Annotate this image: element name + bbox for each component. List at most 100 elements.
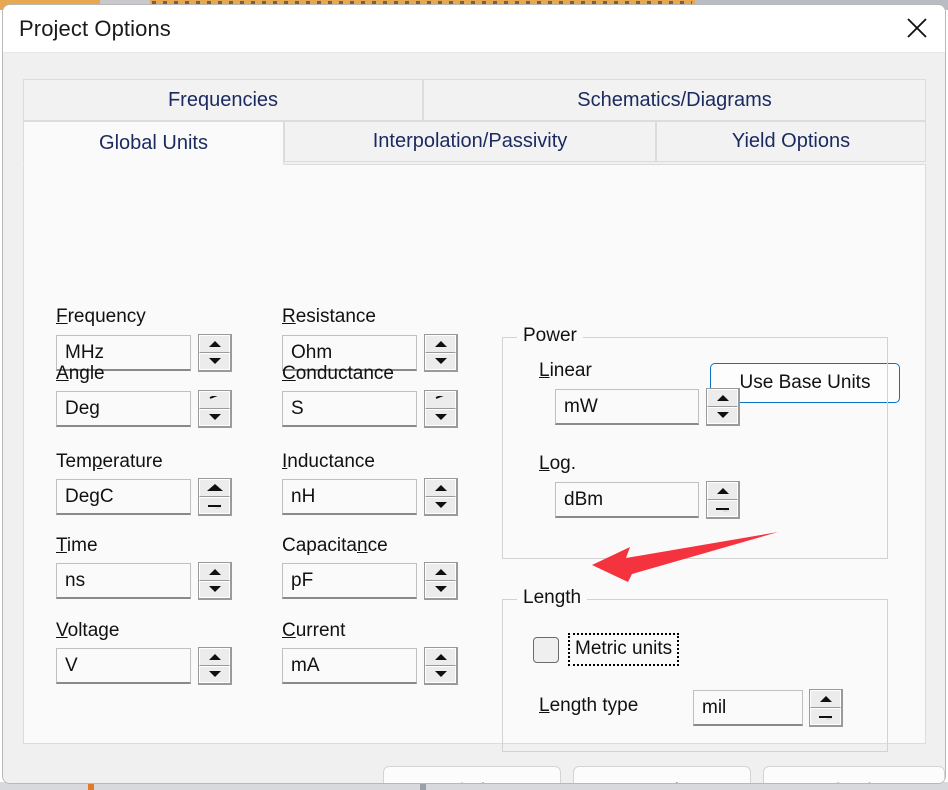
label-power-linear: Linear [539,360,592,382]
spinner-inductance-down[interactable] [425,496,456,514]
spinner-power-log-down[interactable] [707,499,738,517]
label-length-type-rest: ength type [549,695,639,716]
spinner-current-down[interactable] [425,665,456,683]
tab-yield-options-label: Yield Options [731,130,851,152]
input-length-type[interactable]: mil [693,690,803,726]
spinner-power-linear-up[interactable] [707,389,738,407]
spinner-voltage-up[interactable] [199,648,230,666]
spinner-time-up[interactable] [199,563,230,581]
input-length-type-value: mil [702,696,727,718]
input-power-linear-unit[interactable]: mW [555,389,699,425]
spinner-voltage-down[interactable] [199,665,230,683]
label-voltage-rest: oltage [67,620,120,641]
chevron-down-icon [208,586,221,593]
spinner-conductance-down[interactable] [425,408,456,426]
spinner-length-type-up[interactable] [810,690,841,708]
dialog-title: Project Options [19,16,171,41]
spinner-capacitance-unit[interactable] [424,562,458,600]
help-button[interactable]: 帮助 [763,766,945,783]
label-resistance-rest: esistance [295,306,377,327]
spinner-voltage-unit[interactable] [198,647,232,685]
tab-global-units[interactable]: Global Units [23,121,284,165]
ok-button-label: 确定 [449,775,495,783]
ok-button[interactable]: 确定 [383,766,561,783]
tab-schematics-diagrams[interactable]: Schematics/Diagrams [423,79,926,121]
spinner-conductance-unit[interactable] [424,390,458,428]
input-power-log-unit[interactable]: dBm [555,482,699,518]
cancel-button[interactable]: 取消 [573,766,751,783]
group-length: Length Metric units Length type mil [502,587,888,752]
dialog-titlebar: Project Options [3,5,945,53]
dialog-body: Frequencies Schematics/Diagrams Global U… [3,53,945,783]
spinner-length-type[interactable] [809,689,843,727]
spinner-angle-up[interactable] [199,391,230,409]
tab-panel-global-units: Use Base Units Frequency MHz Angle Deg T… [23,164,926,752]
spinner-temperature-up[interactable] [199,479,230,497]
label-capacitance: Capacitance [282,535,388,557]
spinner-inductance-unit[interactable] [424,478,458,516]
spinner-capacitance-up[interactable] [425,563,456,581]
input-current-unit-value: mA [291,654,320,676]
spinner-frequency-down[interactable] [199,352,230,370]
spinner-power-log-up[interactable] [707,482,738,500]
label-power-log-rest: og. [549,453,576,474]
group-power-title: Power [517,325,583,347]
label-conductance: Conductance [282,363,394,385]
label-time-rest: ime [66,535,98,556]
chevron-up-icon [819,695,832,702]
spinner-conductance-up[interactable] [425,391,456,409]
spinner-frequency-unit[interactable] [198,334,232,372]
spinner-resistance-down[interactable] [425,352,456,370]
metric-units-checkbox[interactable] [533,636,559,663]
chevron-up-icon [434,484,447,491]
chevron-up-icon [716,487,729,494]
chevron-down-icon [208,358,221,365]
input-time-unit-value: ns [65,569,86,591]
input-conductance-unit-value: S [291,397,304,419]
spinner-angle-down[interactable] [199,408,230,426]
chevron-up-icon [208,340,221,347]
spinner-resistance-up[interactable] [425,335,456,353]
tab-interpolation-passivity[interactable]: Interpolation/Passivity [284,121,656,162]
input-capacitance-unit[interactable]: pF [282,563,417,599]
label-angle-mnemonic: A [56,363,69,384]
spinner-temperature-down[interactable] [199,496,230,514]
spinner-resistance-unit[interactable] [424,334,458,372]
close-icon[interactable] [889,5,945,51]
input-temperature-unit-value: DegC [65,485,114,507]
spinner-temperature-unit[interactable] [198,478,232,516]
spinner-length-type-down[interactable] [810,707,841,725]
input-voltage-unit[interactable]: V [56,648,191,684]
label-power-linear-mnemonic: L [539,360,550,381]
label-frequency-mnemonic: F [56,306,68,327]
label-capacitance-post: ce [367,535,388,556]
spinner-power-log-unit[interactable] [706,481,740,519]
label-conductance-mnemonic: C [282,363,296,384]
spinner-current-up[interactable] [425,648,456,666]
input-inductance-unit[interactable]: nH [282,479,417,515]
spinner-time-unit[interactable] [198,562,232,600]
label-capacitance-mnemonic: n [357,535,368,556]
spinner-time-down[interactable] [199,580,230,598]
metric-units-label[interactable]: Metric units [567,633,680,666]
label-power-linear-rest: inear [549,360,592,381]
spinner-power-linear-unit[interactable] [706,388,740,426]
input-angle-unit[interactable]: Deg [56,391,191,427]
spinner-capacitance-down[interactable] [425,580,456,598]
spinner-current-unit[interactable] [424,647,458,685]
spinner-power-linear-down[interactable] [707,406,738,424]
input-time-unit[interactable]: ns [56,563,191,599]
label-inductance: Inductance [282,451,375,473]
input-conductance-unit[interactable]: S [282,391,417,427]
spinner-inductance-up[interactable] [425,479,456,497]
spinner-frequency-up[interactable] [199,335,230,353]
input-temperature-unit[interactable]: DegC [56,479,191,515]
spinner-angle-unit[interactable] [198,390,232,428]
input-current-unit[interactable]: mA [282,648,417,684]
label-frequency: Frequency [56,306,146,328]
label-temperature-post: erature [102,451,163,472]
tab-yield-options[interactable]: Yield Options [656,121,926,162]
chevron-up-icon [716,394,729,401]
chevron-up-icon [435,396,447,403]
tab-frequencies[interactable]: Frequencies [23,79,423,121]
